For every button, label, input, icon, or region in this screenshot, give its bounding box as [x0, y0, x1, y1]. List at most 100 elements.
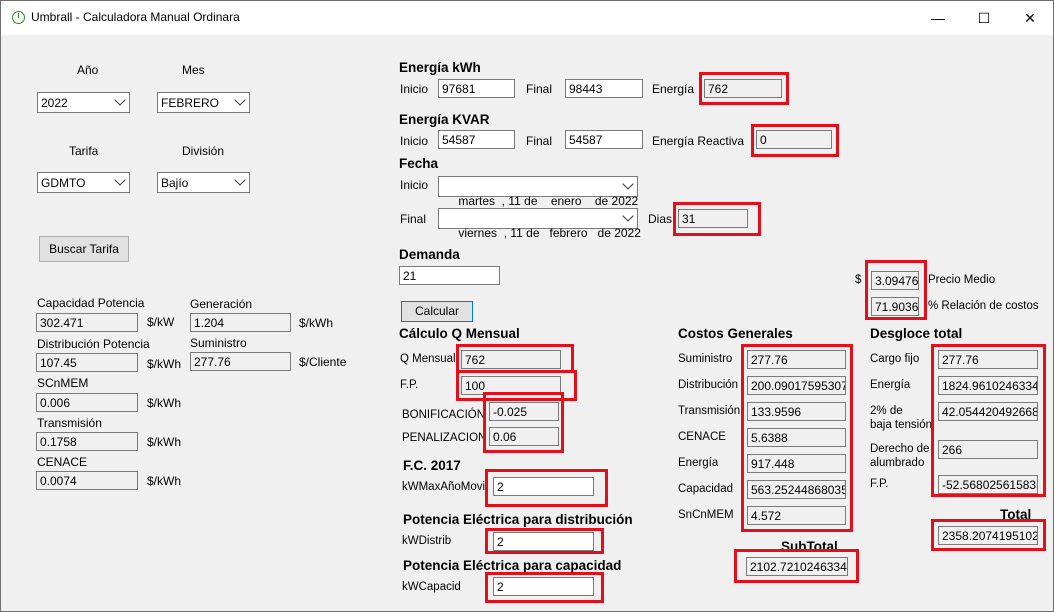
- costo-capacidad-field[interactable]: 563.252448680352: [747, 480, 846, 499]
- mes-label: Mes: [182, 63, 205, 77]
- precio-medio-field[interactable]: 3.094760: [871, 271, 919, 290]
- cenace-field[interactable]: 0.0074: [36, 471, 138, 490]
- q-mensual-field[interactable]: 762: [461, 350, 561, 369]
- energia-kwh-inicio-field[interactable]: 97681: [438, 79, 515, 98]
- total-field[interactable]: 2358.20741951026: [938, 526, 1038, 545]
- dist-pot-label: Distribución Potencia: [37, 337, 150, 351]
- energia-kwh-final-label: Final: [526, 82, 553, 96]
- ano-select[interactable]: 2022: [37, 92, 130, 113]
- desglose-fp-field[interactable]: -52.5680256158358: [938, 475, 1038, 494]
- costo-suministro-label: Suministro: [678, 353, 733, 365]
- suministro-field[interactable]: 277.76: [190, 352, 291, 371]
- relacion-field[interactable]: 71.90367: [871, 297, 919, 316]
- subtotal-field[interactable]: 2102.72102463343: [746, 557, 848, 576]
- fecha-inicio-value: martes , 11 de enero de 2022: [458, 194, 639, 208]
- cargo-fijo-field[interactable]: 277.76: [938, 350, 1038, 369]
- bonificacion-label: BONIFICACIÓN: [402, 409, 486, 421]
- transmision-unit: $/kWh: [147, 435, 182, 449]
- costo-capacidad-label: Capacidad: [678, 483, 733, 495]
- energia-reactiva-field[interactable]: 0: [756, 130, 832, 149]
- fecha-inicio-label: Inicio: [400, 178, 429, 192]
- bonificacion-field[interactable]: -0.025: [489, 402, 559, 421]
- pot-cap-field[interactable]: 2: [493, 577, 594, 596]
- cap-pot-label: Capacidad Potencia: [37, 296, 145, 310]
- pot-cap-label: kWCapacid: [402, 581, 461, 593]
- division-select[interactable]: Bajío: [157, 172, 250, 193]
- buscar-tarifa-button[interactable]: Buscar Tarifa: [39, 236, 129, 262]
- ano-select-value: 2022: [41, 96, 68, 110]
- costo-transmision-field[interactable]: 133.9596: [747, 402, 846, 421]
- mes-select-value: FEBRERO: [161, 96, 220, 110]
- costo-distribucion-label: Distribución: [678, 379, 739, 391]
- pot-dist-label: kWDistrib: [402, 535, 452, 547]
- energia-kvar-inicio-label: Inicio: [400, 134, 429, 148]
- cap-pot-field[interactable]: 302.471: [36, 313, 138, 332]
- scnmem-field[interactable]: 0.006: [36, 393, 138, 412]
- window-title: Umbrall - Calculadora Manual Ordinara: [31, 10, 240, 24]
- app-clock-icon: [12, 11, 25, 24]
- energia-kwh-inicio-label: Inicio: [400, 82, 429, 96]
- demanda-field[interactable]: 21: [399, 266, 500, 285]
- costo-energia-label: Energía: [678, 457, 719, 469]
- minimize-button[interactable]: —: [915, 1, 961, 35]
- generacion-label: Generación: [190, 297, 253, 311]
- costo-suministro-field[interactable]: 277.76: [747, 350, 846, 369]
- generacion-field[interactable]: 1.204: [190, 313, 291, 332]
- subtotal-label: SubTotal: [781, 539, 838, 554]
- maximize-button[interactable]: ☐: [961, 1, 1007, 35]
- cenace-unit: $/kWh: [147, 474, 182, 488]
- tarifa-select[interactable]: GDMTO: [37, 172, 130, 193]
- scnmem-label: SCnMEM: [37, 376, 89, 390]
- baja-tension-field[interactable]: 42.0544204926686: [938, 402, 1038, 421]
- close-button[interactable]: ✕: [1007, 1, 1053, 35]
- transmision-field[interactable]: 0.1758: [36, 432, 138, 451]
- costo-cenace-field[interactable]: 5.6388: [747, 428, 846, 447]
- tarifa-select-value: GDMTO: [41, 176, 86, 190]
- pot-dist-field[interactable]: 2: [493, 532, 594, 551]
- dias-field[interactable]: 31: [678, 209, 748, 228]
- derecho-label-2: alumbrado: [870, 457, 925, 469]
- costo-distribucion-field[interactable]: 200.090175953079: [747, 376, 846, 395]
- fc-field[interactable]: 2: [493, 477, 594, 496]
- fecha-inicio-picker[interactable]: martes , 11 de enero de 2022: [438, 176, 638, 208]
- energia-kvar-inicio-field[interactable]: 54587: [438, 130, 515, 149]
- fecha-final-picker[interactable]: viernes , 11 de febrero de 2022: [438, 208, 641, 240]
- chevron-down-icon: [234, 94, 246, 106]
- division-select-value: Bajío: [161, 176, 189, 190]
- fc-label: kWMaxAñoMovil: [402, 481, 488, 493]
- cenace-label: CENACE: [37, 455, 88, 469]
- currency-label: $: [855, 274, 862, 286]
- energia-kwh-final-field[interactable]: 98443: [565, 79, 643, 98]
- chevron-down-icon: [114, 174, 126, 186]
- fecha-header: Fecha: [399, 156, 439, 171]
- title-bar: Umbrall - Calculadora Manual Ordinara — …: [1, 1, 1053, 35]
- costo-energia-field[interactable]: 917.448: [747, 454, 846, 473]
- mes-select[interactable]: FEBRERO: [157, 92, 250, 113]
- precio-medio-label: Precio Medio: [928, 274, 996, 286]
- ano-label: Año: [77, 63, 99, 77]
- energia-label: Energía: [652, 82, 695, 96]
- cap-pot-unit: $/kW: [147, 315, 175, 329]
- penalizacion-label: PENALIZACION: [402, 432, 487, 444]
- demanda-header: Demanda: [399, 247, 460, 262]
- fp-field[interactable]: 100: [461, 376, 561, 395]
- suministro-label: Suministro: [190, 336, 247, 350]
- derecho-field[interactable]: 266: [938, 440, 1038, 459]
- total-label: Total: [1000, 507, 1032, 522]
- pot-cap-header: Potencia Eléctrica para capacidad: [403, 558, 622, 573]
- pot-dist-header: Potencia Eléctrica para distribución: [403, 512, 633, 527]
- fecha-final-value: viernes , 11 de febrero de 2022: [458, 226, 641, 240]
- calcular-button[interactable]: Calcular: [401, 301, 473, 322]
- transmision-label: Transmisión: [37, 416, 102, 430]
- costos-header: Costos Generales: [678, 326, 793, 341]
- penalizacion-field[interactable]: 0.06: [489, 427, 559, 446]
- energia-field[interactable]: 762: [704, 79, 782, 98]
- chevron-down-icon: [622, 210, 634, 222]
- costo-sncnmem-field[interactable]: 4.572: [747, 506, 846, 525]
- costo-cenace-label: CENACE: [678, 431, 726, 443]
- desglose-energia-field[interactable]: 1824.96102463343: [938, 376, 1038, 395]
- energia-kvar-final-field[interactable]: 54587: [565, 130, 643, 149]
- dist-pot-unit: $/kWh: [147, 357, 182, 371]
- dist-pot-field[interactable]: 107.45: [36, 353, 138, 372]
- q-mensual-label: Q Mensual: [400, 353, 456, 365]
